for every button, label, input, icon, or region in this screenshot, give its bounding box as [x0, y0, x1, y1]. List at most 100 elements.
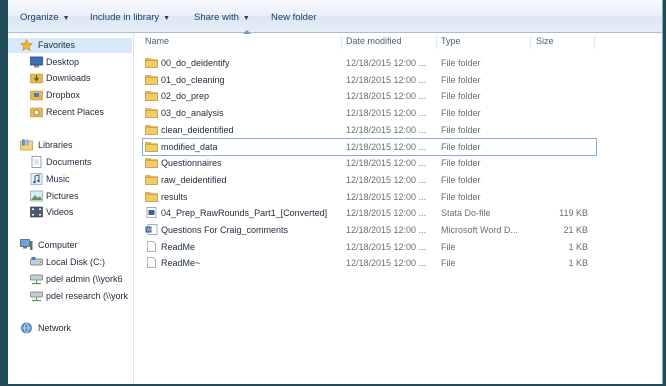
include-in-library-button[interactable]: Include in library ▼ — [90, 11, 170, 25]
nav-item-label: Recent Places — [46, 107, 105, 117]
file-name: 00_do_deidentify — [161, 58, 230, 68]
file-date: 12/18/2015 12:00 ... — [346, 108, 427, 119]
file-row[interactable]: 00_do_deidentify 12/18/2015 12:00 ... File… — [134, 55, 662, 71]
nav-item-label: Desktop — [46, 57, 80, 67]
file-name-cell: modified_data — [145, 139, 340, 155]
file-size — [538, 155, 588, 171]
column-header-size[interactable]: Size — [536, 33, 596, 50]
word-doc-icon: W — [145, 224, 158, 235]
file-type: File folder — [441, 174, 481, 185]
nav-item-label: pdel research (\\york — [46, 291, 129, 301]
file-row[interactable]: 04_Prep_RawRounds_Part1_[Converted] 12/18… — [134, 205, 662, 221]
file-name-cell: 02_do_prep — [145, 88, 340, 104]
file-type: File folder — [441, 124, 481, 135]
file-name: results — [161, 191, 188, 202]
folder-icon — [145, 57, 158, 68]
column-header-name[interactable]: Name — [145, 30, 345, 50]
nav-item-label: pdel admin (\\york6 — [46, 274, 123, 284]
nav-item-label: Pictures — [46, 191, 79, 201]
chevron-down-icon: ▼ — [62, 15, 70, 22]
dropbox-folder-icon — [30, 89, 43, 101]
file-date: 12/18/2015 12:00 ... — [346, 124, 427, 135]
desktop-icon — [30, 56, 43, 68]
share-with-label: Share with — [194, 12, 239, 23]
file-type: File — [441, 241, 456, 252]
network-icon — [20, 322, 33, 334]
share-with-button[interactable]: Share with ▼ — [194, 11, 250, 25]
file-date: 12/18/2015 12:00 ... — [346, 91, 427, 102]
nav-item-label: Music — [46, 174, 70, 184]
folder-icon — [145, 191, 158, 202]
file-size: 119 KB — [559, 208, 588, 219]
folder-icon — [145, 141, 158, 152]
sort-ascending-icon — [243, 30, 251, 34]
file-type: File folder — [441, 74, 481, 85]
column-divider[interactable] — [530, 35, 531, 49]
libraries-icon — [20, 139, 33, 151]
nav-item-label: Local Disk (C:) — [46, 257, 106, 267]
column-header-date[interactable]: Date modified — [346, 33, 436, 50]
file-name-cell: ReadMe~ — [145, 255, 340, 271]
file-row[interactable]: raw_deidentified 12/18/2015 12:00 ... File… — [134, 172, 662, 188]
column-header-type[interactable]: Type — [441, 33, 531, 50]
organize-label: Organize — [20, 12, 59, 23]
file-icon — [145, 240, 158, 252]
file-size — [538, 72, 588, 88]
chevron-down-icon: ▼ — [242, 15, 250, 22]
file-name: 04_Prep_RawRounds_Part1_[Converted] — [161, 208, 328, 219]
file-row[interactable]: modified_data 12/18/2015 12:00 ... File fo… — [142, 137, 597, 156]
file-name: modified_data — [161, 141, 218, 152]
file-row[interactable]: results 12/18/2015 12:00 ... File folder — [134, 189, 662, 205]
file-row[interactable]: 01_do_cleaning 12/18/2015 12:00 ... File f… — [134, 72, 662, 88]
nav-favorites[interactable]: Favorites — [8, 38, 132, 53]
chevron-down-icon: ▼ — [163, 15, 171, 22]
file-name-cell: 01_do_cleaning — [145, 72, 340, 88]
file-date: 12/18/2015 12:00 ... — [346, 158, 427, 169]
file-row[interactable]: clean_deidentified 12/18/2015 12:00 ... Fi… — [134, 122, 662, 138]
navigation-pane: Favorites Desktop Downloads Dropbox Rece… — [8, 33, 134, 384]
file-row[interactable]: W Questions For Craig_comments 12/18/2015 … — [134, 222, 662, 238]
file-name: ReadMe — [161, 241, 196, 252]
organize-button[interactable]: Organize ▼ — [20, 11, 70, 25]
new-folder-button[interactable]: New folder — [271, 11, 316, 25]
file-row[interactable]: ReadMe~ 12/18/2015 12:00 ... File 1 KB — [134, 255, 662, 271]
recent-places-icon — [30, 106, 43, 118]
music-icon — [30, 173, 43, 185]
file-row[interactable]: ReadMe 12/18/2015 12:00 ... File 1 KB — [134, 239, 662, 255]
folder-icon — [145, 124, 158, 135]
downloads-folder-icon — [30, 72, 43, 84]
column-divider[interactable] — [436, 35, 437, 49]
file-name: clean_deidentified — [161, 124, 234, 135]
stata-file-icon — [145, 207, 158, 219]
file-size — [538, 172, 588, 188]
network-drive-icon — [30, 273, 43, 285]
folder-icon — [145, 74, 158, 85]
nav-item-label: Downloads — [46, 73, 91, 83]
column-divider[interactable] — [594, 35, 595, 49]
file-name: ReadMe~ — [161, 258, 201, 269]
network-drive-icon — [30, 290, 43, 302]
file-row[interactable]: Questionnaires 12/18/2015 12:00 ... File f… — [134, 155, 662, 171]
file-name-cell: 03_do_analysis — [145, 105, 340, 121]
star-icon — [19, 38, 34, 52]
file-type: File folder — [441, 91, 481, 102]
column-header-date-label: Date modified — [346, 36, 402, 46]
file-name: 03_do_analysis — [161, 108, 224, 119]
new-folder-label: New folder — [271, 12, 317, 23]
file-type: Microsoft Word D... — [441, 225, 518, 235]
file-row[interactable]: 02_do_prep 12/18/2015 12:00 ... File folde… — [134, 88, 662, 104]
nav-computer-label: Computer — [38, 240, 78, 250]
nav-favorites-label: Favorites — [38, 40, 76, 50]
column-header-name-label: Name — [145, 36, 170, 46]
file-date: 12/18/2015 12:00 ... — [346, 141, 427, 152]
file-name-cell: clean_deidentified — [145, 122, 340, 138]
file-name-cell: W Questions For Craig_comments — [145, 222, 340, 238]
nav-item-label: Dropbox — [46, 90, 81, 100]
videos-icon — [30, 206, 43, 218]
column-divider[interactable] — [341, 35, 342, 49]
file-date: 12/18/2015 12:00 ... — [346, 225, 427, 235]
nav-item-label: Videos — [46, 207, 74, 217]
file-date: 12/18/2015 12:00 ... — [346, 174, 427, 185]
file-date: 12/18/2015 12:00 ... — [346, 241, 427, 252]
file-row[interactable]: 03_do_analysis 12/18/2015 12:00 ... File f… — [134, 105, 662, 121]
